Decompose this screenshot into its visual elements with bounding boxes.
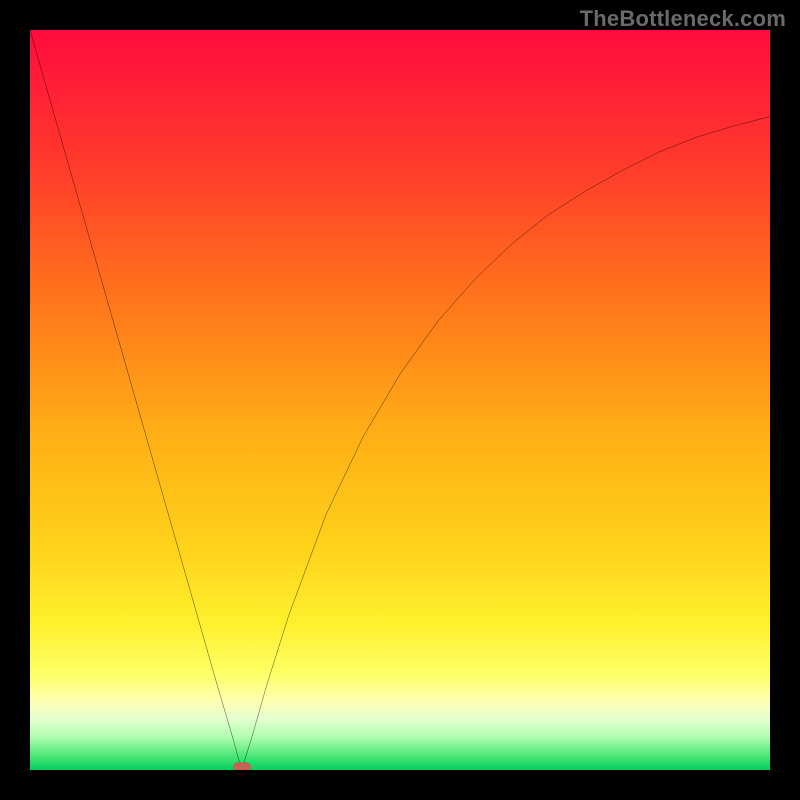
optimal-marker [233, 762, 251, 770]
plot-area [30, 30, 770, 770]
chart-frame: TheBottleneck.com [0, 0, 800, 800]
bottleneck-curve [30, 30, 770, 770]
watermark-text: TheBottleneck.com [580, 6, 786, 32]
